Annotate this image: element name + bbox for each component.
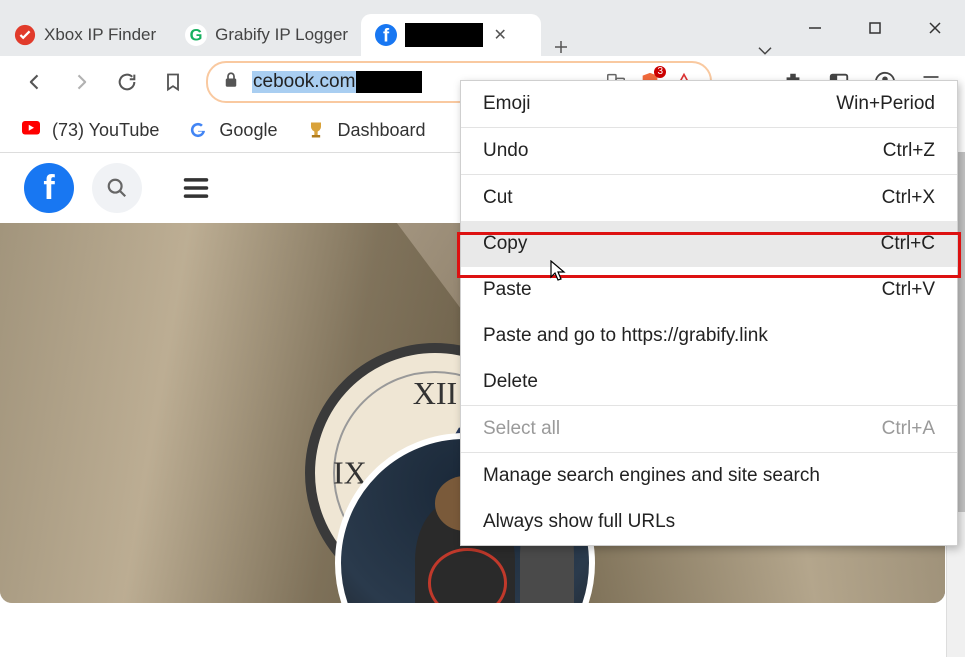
tab-grabify[interactable]: G Grabify IP Logger: [171, 14, 361, 56]
youtube-icon: [20, 119, 42, 141]
new-tab-button[interactable]: [541, 38, 581, 56]
maximize-button[interactable]: [845, 6, 905, 50]
tab-xbox-ip[interactable]: Xbox IP Finder: [0, 14, 170, 56]
reload-button[interactable]: [114, 69, 140, 95]
check-icon: [14, 24, 36, 46]
lock-icon: [222, 71, 242, 94]
ctx-show-full-urls[interactable]: Always show full URLs: [461, 499, 957, 545]
ctx-emoji[interactable]: EmojiWin+Period: [461, 81, 957, 127]
bookmark-youtube[interactable]: (73) YouTube: [20, 119, 159, 141]
bookmark-label: (73) YouTube: [52, 120, 159, 141]
ctx-paste[interactable]: PasteCtrl+V: [461, 267, 957, 313]
ctx-undo[interactable]: UndoCtrl+Z: [461, 128, 957, 174]
context-menu: EmojiWin+Period UndoCtrl+Z CutCtrl+X Cop…: [460, 80, 958, 546]
close-icon[interactable]: ✕: [491, 26, 509, 44]
tab-label: Xbox IP Finder: [44, 25, 156, 45]
facebook-logo[interactable]: f: [24, 163, 74, 213]
tab-label: Grabify IP Logger: [215, 25, 348, 45]
ctx-copy[interactable]: CopyCtrl+C: [461, 221, 957, 267]
ctx-paste-and-go[interactable]: Paste and go to https://grabify.link: [461, 313, 957, 359]
tab-strip: Xbox IP Finder G Grabify IP Logger f ✕: [0, 0, 785, 56]
url-redacted: [356, 71, 422, 93]
hamburger-button[interactable]: [171, 163, 221, 213]
grabify-icon: G: [185, 24, 207, 46]
tab-search-button[interactable]: [745, 44, 785, 56]
bookmark-label: Google: [219, 120, 277, 141]
trophy-icon: [305, 119, 327, 141]
google-icon: [187, 119, 209, 141]
cursor-icon: [550, 260, 568, 287]
svg-text:G: G: [190, 27, 203, 45]
tab-facebook[interactable]: f ✕: [361, 14, 541, 56]
url-text: cebook.com: [252, 71, 422, 93]
search-button[interactable]: [92, 163, 142, 213]
ctx-cut[interactable]: CutCtrl+X: [461, 175, 957, 221]
window-controls: [785, 0, 965, 56]
minimize-button[interactable]: [785, 6, 845, 50]
ctx-manage-search[interactable]: Manage search engines and site search: [461, 453, 957, 499]
forward-button[interactable]: [68, 69, 94, 95]
close-button[interactable]: [905, 6, 965, 50]
window-titlebar: Xbox IP Finder G Grabify IP Logger f ✕: [0, 0, 965, 56]
bookmark-button[interactable]: [160, 69, 186, 95]
svg-text:f: f: [383, 24, 390, 45]
bookmark-google[interactable]: Google: [187, 119, 277, 141]
tab-title-redacted: [405, 23, 483, 47]
facebook-icon: f: [375, 24, 397, 46]
ctx-delete[interactable]: Delete: [461, 359, 957, 405]
back-button[interactable]: [22, 69, 48, 95]
bookmark-dashboard[interactable]: Dashboard: [305, 119, 425, 141]
bookmark-label: Dashboard: [337, 120, 425, 141]
ctx-select-all[interactable]: Select allCtrl+A: [461, 406, 957, 452]
